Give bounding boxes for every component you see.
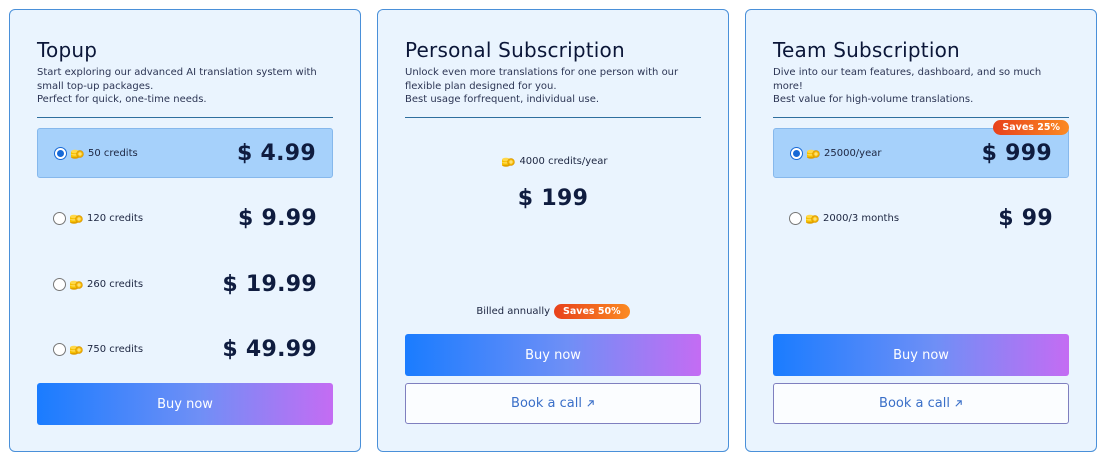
credits-label: 260 credits	[87, 278, 144, 290]
option-260-credits[interactable]: 260 credits $ 19.99	[37, 259, 333, 309]
coin-stack-icon	[806, 146, 820, 160]
credits-label: 750 credits	[87, 343, 144, 355]
price: $ 9.99	[237, 205, 317, 231]
card-description: Unlock even more translations for one pe…	[405, 66, 705, 107]
book-call-button[interactable]: Book a call	[773, 383, 1069, 424]
description-line: Dive into our team features, dashboard, …	[773, 67, 1042, 92]
card-title: Personal Subscription	[405, 38, 625, 62]
arrow-up-right-icon	[586, 399, 595, 408]
topup-card: Topup Start exploring our advanced AI tr…	[9, 9, 361, 452]
buy-now-button[interactable]: Buy now	[37, 383, 333, 425]
description-line: Best usage forfrequent, individual use.	[405, 94, 600, 105]
radio-button[interactable]	[54, 146, 67, 160]
credits-label: 2000/3 months	[823, 212, 900, 224]
card-description: Start exploring our advanced AI translat…	[37, 66, 337, 107]
coin-stack-icon	[69, 277, 83, 291]
credits-label: 50 credits	[88, 147, 138, 159]
team-subscription-card: Team Subscription Dive into our team fea…	[745, 9, 1097, 452]
radio-button[interactable]	[53, 211, 66, 225]
description-line: Start exploring our advanced AI translat…	[37, 67, 317, 92]
personal-subscription-card: Personal Subscription Unlock even more t…	[377, 9, 729, 452]
price: $ 4.99	[236, 140, 316, 166]
option-50-credits[interactable]: 50 credits $ 4.99	[37, 128, 333, 178]
billing-row: Billed annually Saves 50%	[378, 304, 728, 319]
radio-button[interactable]	[789, 211, 802, 225]
coin-stack-icon	[69, 342, 83, 356]
plan-price-row: $ 199	[378, 186, 728, 211]
book-call-label: Book a call	[879, 396, 950, 411]
option-2000-3-months[interactable]: 2000/3 months $ 99	[773, 193, 1069, 243]
coin-stack-icon	[69, 211, 83, 225]
buy-now-button[interactable]: Buy now	[405, 334, 701, 376]
price: $ 99	[998, 205, 1053, 231]
card-description: Dive into our team features, dashboard, …	[773, 66, 1073, 107]
savings-badge: Saves 25%	[993, 120, 1069, 135]
radio-button[interactable]	[790, 146, 803, 160]
option-120-credits[interactable]: 120 credits $ 9.99	[37, 193, 333, 243]
coin-stack-icon	[70, 146, 84, 160]
price: $ 199	[517, 186, 589, 211]
card-title: Topup	[37, 38, 98, 62]
credits-label: 25000/year	[824, 147, 882, 159]
divider	[405, 117, 701, 118]
description-line: Best value for high-volume translations.	[773, 94, 974, 105]
radio-button[interactable]	[53, 277, 66, 291]
buy-now-button[interactable]: Buy now	[773, 334, 1069, 376]
description-line: Unlock even more translations for one pe…	[405, 67, 679, 92]
divider	[773, 117, 1069, 118]
price: $ 49.99	[222, 336, 317, 362]
option-750-credits[interactable]: 750 credits $ 49.99	[37, 324, 333, 374]
credits-label: 4000 credits/year	[519, 155, 608, 167]
arrow-up-right-icon	[954, 399, 963, 408]
radio-button[interactable]	[53, 342, 66, 356]
option-25000-year[interactable]: 25000/year $ 999 Saves 25%	[773, 120, 1069, 178]
divider	[37, 117, 333, 118]
savings-badge: Saves 50%	[554, 304, 630, 319]
billing-text: Billed annually	[476, 306, 551, 317]
book-call-button[interactable]: Book a call	[405, 383, 701, 424]
description-line: Perfect for quick, one-time needs.	[37, 94, 207, 105]
book-call-label: Book a call	[511, 396, 582, 411]
card-title: Team Subscription	[773, 38, 960, 62]
credits-label: 120 credits	[87, 212, 144, 224]
coin-stack-icon	[805, 211, 819, 225]
plan-credits: 4000 credits/year	[378, 154, 728, 168]
price: $ 19.99	[222, 271, 317, 297]
coin-stack-icon	[501, 154, 515, 168]
price: $ 999	[981, 140, 1052, 166]
